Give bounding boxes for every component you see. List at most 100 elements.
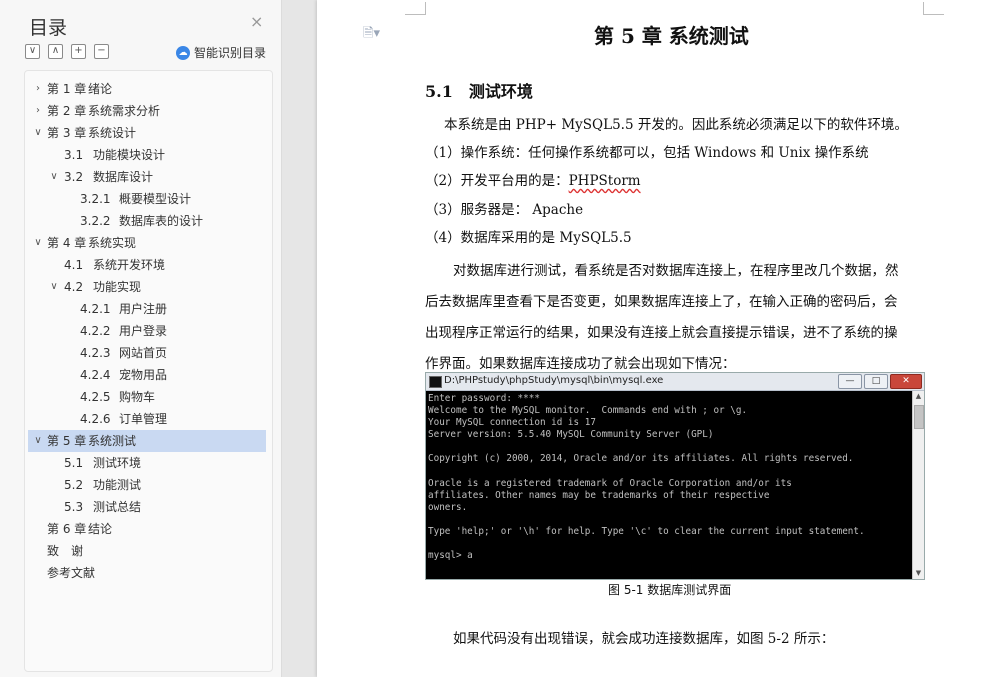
expand-all-icon[interactable]: ∨ (25, 44, 40, 59)
toc-item-label: 系统开发环境 (93, 258, 166, 272)
toc-item-number: 第 4 章 (47, 236, 87, 250)
toc-item[interactable]: 4.2.2 用户登录 (28, 320, 266, 342)
toc-item-label: 用户登录 (119, 324, 168, 338)
toc-item-number: 3.2 (64, 170, 84, 184)
toc-item[interactable]: 3.2.1 概要模型设计 (28, 188, 266, 210)
terminal-icon (429, 376, 442, 388)
console-output: Enter password: **** Welcome to the MySQL… (428, 393, 908, 562)
toc-item-number: 4.1 (64, 258, 84, 272)
toc-item-number: 4.2.3 (80, 346, 111, 360)
chevron-down-icon[interactable]: ∨ (33, 232, 43, 254)
console-line: owners. (428, 501, 468, 513)
scroll-up-icon: ▲ (915, 392, 922, 400)
toc-item[interactable]: ∨ 第 4 章系统实现 (28, 232, 266, 254)
toc-item-number: 5.2 (64, 478, 84, 492)
toc-item[interactable]: 5.2 功能测试 (28, 474, 266, 496)
intro-paragraph: 本系统是由 PHP+ MySQL5.5 开发的。因此系统必须满足以下的软件环境。 (444, 117, 908, 133)
toc-item-label: 数据库设计 (93, 170, 154, 184)
toc-item[interactable]: ∨ 第 5 章系统测试 (28, 430, 266, 452)
toc-item-number: 致 谢 (47, 544, 84, 558)
toc-list: › 第 1 章绪论 › 第 2 章系统需求分析 ∨ 第 3 章系统设计 3.1 功能模块设计 ∨… (28, 78, 266, 584)
toc-item-number: 第 6 章 (47, 522, 87, 536)
toc-item[interactable]: ∨ 4.2 功能实现 (28, 276, 266, 298)
toc-item[interactable]: › 第 1 章绪论 (28, 78, 266, 100)
close-icon: ✕ (890, 374, 922, 389)
toc-item-label: 功能模块设计 (93, 148, 166, 162)
toc-item[interactable]: 5.1 测试环境 (28, 452, 266, 474)
toc-item-number: 3.2.1 (80, 192, 111, 206)
chevron-down-icon[interactable]: ∨ (33, 122, 43, 144)
requirement-item: （4）数据库采用的是 MySQL5.5 (425, 230, 632, 246)
smart-recognize-toc-button[interactable]: ☁ 智能识别目录 (176, 44, 266, 61)
toc-item-label: 结论 (88, 522, 113, 536)
paragraph-line: 如果代码没有出现错误，就会成功连接数据库，如图 5-2 所示： (453, 631, 835, 647)
add-heading-icon[interactable]: + (71, 44, 86, 59)
toc-item-label: 系统测试 (88, 434, 137, 448)
console-scrollbar: ▲ ▼ (912, 391, 924, 579)
toc-item[interactable]: 5.3 测试总结 (28, 496, 266, 518)
toc-item[interactable]: 4.2.3 网站首页 (28, 342, 266, 364)
toc-item[interactable]: 4.2.1 用户注册 (28, 298, 266, 320)
toc-item[interactable]: 3.2.2 数据库表的设计 (28, 210, 266, 232)
toc-item[interactable]: 4.1 系统开发环境 (28, 254, 266, 276)
spellcheck-word: PHPStorm (568, 173, 641, 189)
toc-item-label: 系统实现 (88, 236, 137, 250)
toc-item-label: 购物车 (119, 390, 156, 404)
paragraph-line: 出现程序正常运行的结果，如果没有连接上就会直接提示错误，进不了系统的操 (425, 325, 898, 341)
toc-item[interactable]: 参考文献 (28, 562, 266, 584)
chevron-down-icon[interactable]: ∨ (33, 430, 43, 452)
console-line: Enter password: **** (428, 393, 540, 404)
console-title: D:\PHPstudy\phpStudy\mysql\bin\mysql.exe (444, 375, 664, 386)
toc-item[interactable]: ∨ 3.2 数据库设计 (28, 166, 266, 188)
toc-item[interactable]: 致 谢 (28, 540, 266, 562)
minimize-icon: — (838, 374, 862, 389)
console-line: mysql> a (428, 550, 473, 562)
toc-item-number: 5.1 (64, 456, 84, 470)
toc-item-number: 4.2.2 (80, 324, 111, 338)
requirement-prefix: （2）开发平台用的是： (425, 173, 569, 189)
toc-item-number: 4.2.6 (80, 412, 111, 426)
toc-title: 目录 (29, 17, 68, 39)
toc-item-number: 4.2.4 (80, 368, 111, 382)
console-line: Welcome to the MySQL monitor. Commands e… (428, 405, 748, 417)
console-titlebar: D:\PHPstudy\phpStudy\mysql\bin\mysql.exe… (426, 373, 924, 391)
chevron-right-icon[interactable]: › (33, 78, 43, 100)
toc-item[interactable]: › 第 2 章系统需求分析 (28, 100, 266, 122)
toc-item[interactable]: 4.2.6 订单管理 (28, 408, 266, 430)
toc-item-label: 概要模型设计 (119, 192, 192, 206)
toc-item[interactable]: 3.1 功能模块设计 (28, 144, 266, 166)
figure-caption: 图 5-1 数据库测试界面 (608, 583, 732, 597)
toc-item[interactable]: 4.2.5 购物车 (28, 386, 266, 408)
toc-item-label: 系统设计 (88, 126, 137, 140)
document-outline-icon[interactable]: 🗎▾ (363, 24, 380, 46)
toc-item-label: 功能实现 (93, 280, 142, 294)
section-heading: 5.1 测试环境 (425, 82, 533, 101)
chevron-down-icon[interactable]: ∨ (49, 276, 59, 298)
close-icon[interactable]: × (250, 14, 263, 30)
console-line: Oracle is a registered trademark of Orac… (428, 477, 792, 489)
toc-item[interactable]: ∨ 第 3 章系统设计 (28, 122, 266, 144)
toc-item-number: 4.2.5 (80, 390, 111, 404)
toc-item-number: 4.2 (64, 280, 84, 294)
collapse-all-icon[interactable]: ∧ (48, 44, 63, 59)
cloud-icon: ☁ (176, 45, 190, 60)
console-line: Type 'help;' or '\h' for help. Type '\c'… (428, 526, 865, 538)
requirement-item: （1）操作系统：任何操作系统都可以，包括 Windows 和 Unix 操作系统 (425, 145, 869, 161)
chevron-down-icon[interactable]: ∨ (49, 166, 59, 188)
console-screenshot: D:\PHPstudy\phpStudy\mysql\bin\mysql.exe… (425, 372, 925, 580)
toc-item[interactable]: 4.2.4 宠物用品 (28, 364, 266, 386)
toc-toolbar: ∨ ∧ + − (25, 44, 109, 59)
toc-item-label: 功能测试 (93, 478, 142, 492)
toc-panel: › 第 1 章绪论 › 第 2 章系统需求分析 ∨ 第 3 章系统设计 3.1 功能模块设计 ∨… (24, 70, 273, 672)
toc-item-label: 测试环境 (93, 456, 142, 470)
chevron-right-icon[interactable]: › (33, 100, 43, 122)
toc-item-number: 5.3 (64, 500, 84, 514)
toc-item[interactable]: 第 6 章结论 (28, 518, 266, 540)
remove-heading-icon[interactable]: − (94, 44, 109, 59)
toc-item-number: 3.2.2 (80, 214, 111, 228)
toc-item-label: 测试总结 (93, 500, 142, 514)
toc-item-label: 数据库表的设计 (119, 214, 204, 228)
toc-item-label: 订单管理 (119, 412, 168, 426)
toc-item-number: 参考文献 (47, 566, 96, 580)
